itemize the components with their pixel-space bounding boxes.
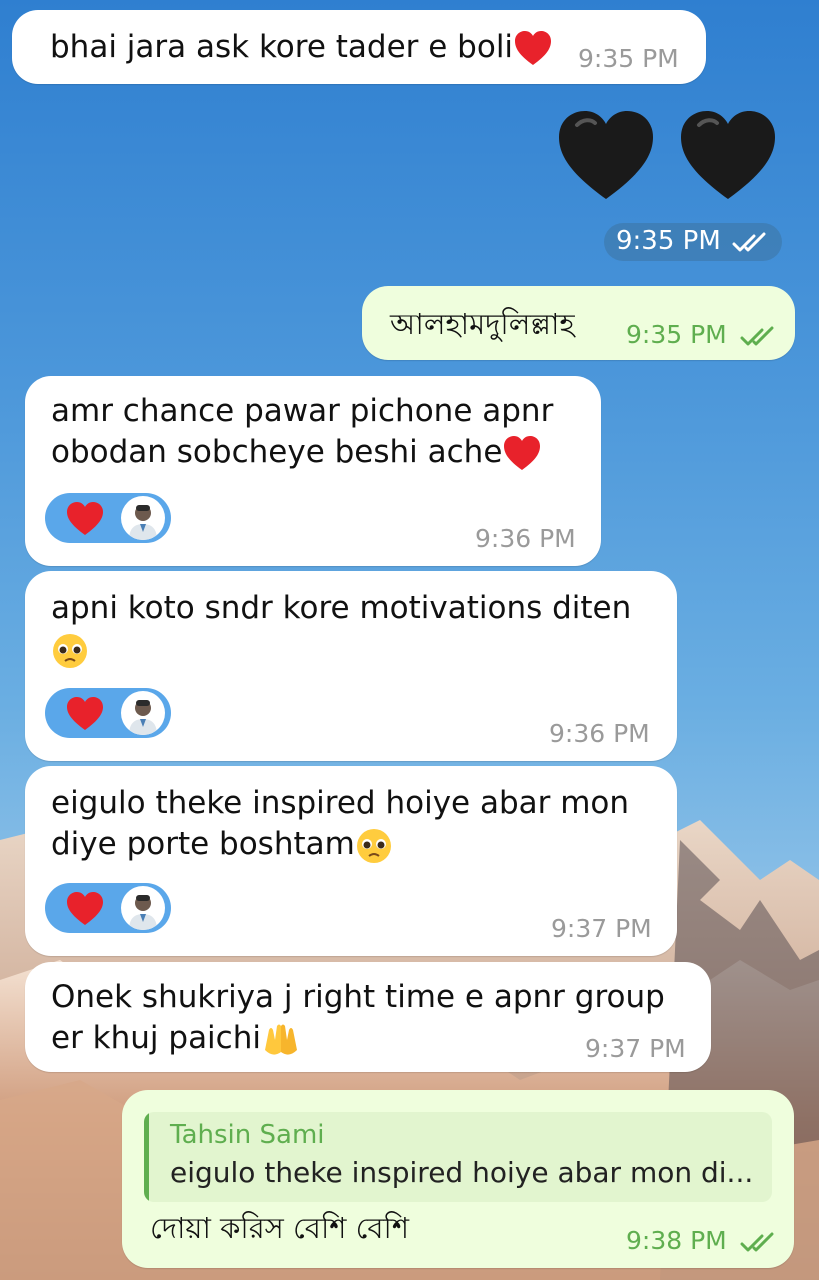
red-heart-icon: [67, 892, 103, 925]
reaction-pill[interactable]: [45, 688, 171, 738]
message-text: bhai jara ask kore tader e boli: [50, 27, 553, 69]
red-heart-icon: [515, 30, 552, 65]
raising-hands-icon: [264, 1024, 297, 1055]
double-check-icon: [740, 1232, 774, 1252]
double-check-icon: [740, 326, 774, 346]
reply-bar: [144, 1112, 149, 1202]
message-time: 9:37 PM: [585, 1034, 686, 1063]
black-heart-icon[interactable]: [555, 107, 657, 203]
message-bubble-outgoing[interactable]: Tahsin Sami eigulo theke inspired hoiye …: [122, 1090, 794, 1268]
message-bubble-outgoing[interactable]: আলহামদুলিল্লাহ 9:35 PM: [362, 286, 795, 360]
avatar: [121, 496, 165, 540]
pleading-face-icon: [53, 633, 87, 668]
reply-text: eigulo theke inspired hoiye abar mon di.…: [170, 1156, 754, 1189]
avatar: [121, 886, 165, 930]
message-bubble-incoming[interactable]: amr chance pawar pichone apnr obodan sob…: [25, 376, 601, 566]
message-time: 9:35 PM: [616, 226, 721, 256]
message-time: 9:35 PM: [626, 320, 727, 349]
message-time: 9:36 PM: [475, 524, 576, 553]
message-text: amr chance pawar pichone apnr obodan sob…: [51, 391, 553, 474]
message-text: দোয়া করিস বেশি বেশি: [150, 1211, 409, 1245]
red-heart-icon: [67, 697, 103, 730]
message-bubble-incoming[interactable]: eigulo theke inspired hoiye abar mon diy…: [25, 766, 677, 956]
avatar: [121, 691, 165, 735]
reaction-pill[interactable]: [45, 883, 171, 933]
reply-author: Tahsin Sami: [170, 1120, 325, 1150]
double-check-icon: [732, 232, 766, 252]
red-heart-icon: [504, 435, 541, 470]
reply-preview[interactable]: Tahsin Sami eigulo theke inspired hoiye …: [144, 1112, 772, 1202]
message-text: eigulo theke inspired hoiye abar mon diy…: [51, 783, 629, 865]
message-time: 9:38 PM: [626, 1226, 727, 1255]
reaction-pill[interactable]: [45, 493, 171, 543]
message-text: আলহামদুলিল্লাহ: [390, 307, 575, 341]
red-heart-icon: [67, 502, 103, 535]
message-time: 9:37 PM: [551, 914, 652, 943]
message-bubble-incoming[interactable]: apni koto sndr kore motivations diten 9:…: [25, 571, 677, 761]
sticker-time-badge: 9:35 PM: [604, 223, 782, 261]
message-text: Onek shukriya j right time e apnr group …: [51, 977, 665, 1060]
message-time: 9:35 PM: [578, 44, 679, 73]
message-bubble-incoming[interactable]: Onek shukriya j right time e apnr group …: [25, 962, 711, 1072]
message-bubble-incoming[interactable]: bhai jara ask kore tader e boli 9:35 PM: [12, 10, 706, 84]
message-time: 9:36 PM: [549, 719, 650, 748]
pleading-face-icon: [356, 828, 391, 863]
message-text: apni koto sndr kore motivations diten: [51, 588, 631, 670]
black-heart-icon[interactable]: [677, 107, 779, 203]
